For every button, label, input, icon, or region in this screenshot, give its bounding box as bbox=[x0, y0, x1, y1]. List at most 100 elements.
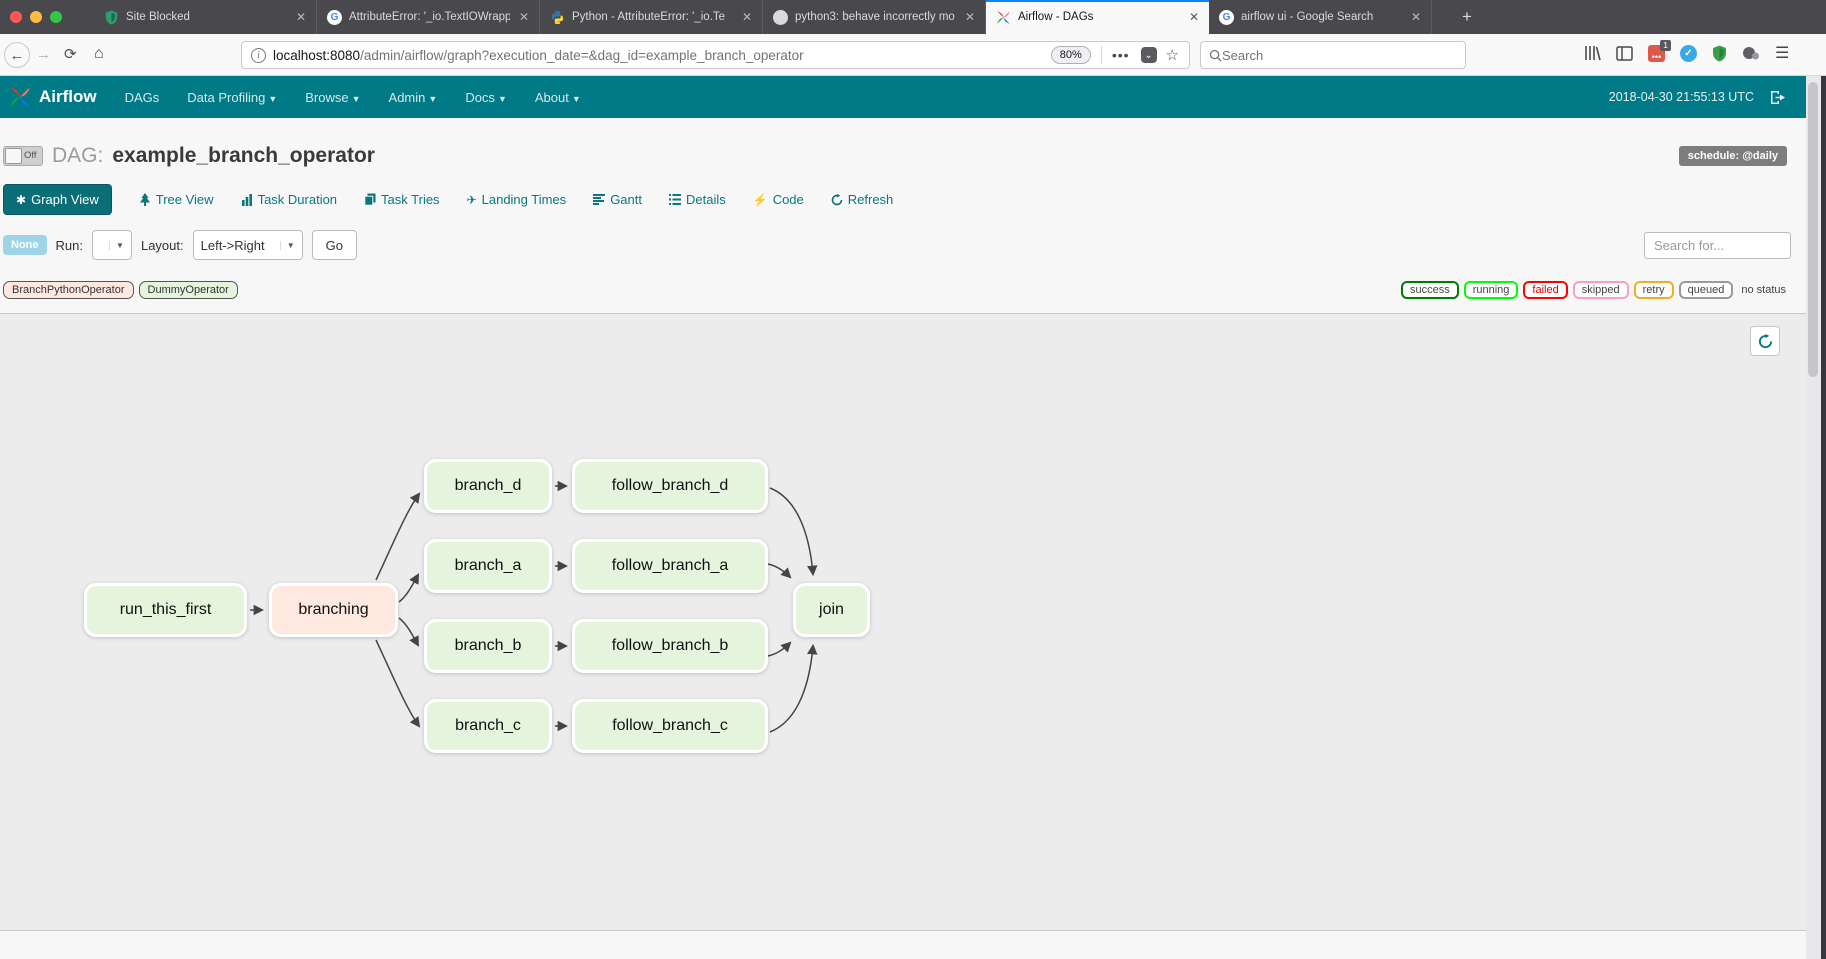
toggle-label: Off bbox=[24, 150, 37, 161]
macos-window-controls bbox=[10, 11, 62, 23]
dag-node-join[interactable]: join bbox=[793, 583, 870, 637]
view-tab-gantt[interactable]: Gantt bbox=[593, 192, 642, 207]
chevron-down-icon: ▼ bbox=[280, 241, 295, 250]
url-text[interactable]: localhost:8080/admin/airflow/graph?execu… bbox=[273, 48, 1045, 63]
run-select[interactable]: ▼ bbox=[92, 230, 132, 260]
navbar-item-data-profiling[interactable]: Data Profiling▼ bbox=[187, 90, 277, 105]
browser-tab-3[interactable]: python3: behave incorrectly mo ✕ bbox=[763, 0, 986, 34]
close-window-icon[interactable] bbox=[10, 11, 22, 23]
graph-refresh-button[interactable] bbox=[1750, 326, 1780, 356]
tab-close-icon[interactable]: ✕ bbox=[963, 10, 977, 24]
back-button[interactable]: ← bbox=[4, 42, 30, 68]
airflow-brand[interactable]: Airflow bbox=[8, 85, 97, 109]
dag-edge-branching-to-branch_a bbox=[399, 575, 418, 602]
chevron-down-icon: ▼ bbox=[109, 241, 124, 250]
browser-tab-2[interactable]: Python - AttributeError: '_io.Te✕ bbox=[540, 0, 763, 34]
navbar-item-dags[interactable]: DAGs bbox=[125, 90, 160, 105]
dag-node-branching[interactable]: branching bbox=[269, 583, 398, 637]
dag-pause-toggle[interactable]: Off bbox=[3, 146, 43, 166]
view-tab-details[interactable]: Details bbox=[669, 192, 726, 207]
view-tab-code[interactable]: ⚡Code bbox=[753, 192, 804, 207]
zoom-window-icon[interactable] bbox=[50, 11, 62, 23]
dag-edge-follow_branch_d-to-join bbox=[770, 488, 813, 574]
view-tab-label: Tree View bbox=[156, 192, 214, 207]
view-tab-task-duration[interactable]: Task Duration bbox=[241, 192, 337, 207]
logout-icon[interactable] bbox=[1770, 90, 1786, 105]
navbar-item-docs[interactable]: Docs▼ bbox=[465, 90, 507, 105]
bookmark-star-icon[interactable]: ☆ bbox=[1166, 46, 1179, 64]
tab-close-icon[interactable]: ✕ bbox=[1409, 10, 1423, 24]
dag-edge-branching-to-branch_d bbox=[376, 494, 419, 580]
dag-node-follow_branch_c[interactable]: follow_branch_c bbox=[572, 699, 768, 753]
plane-icon: ✈ bbox=[467, 194, 477, 206]
shield-extension-icon[interactable] bbox=[1712, 45, 1727, 62]
tab-title: Airflow - DAGs bbox=[1018, 11, 1180, 23]
tab-close-icon[interactable]: ✕ bbox=[517, 10, 531, 24]
page-info-icon[interactable]: i bbox=[251, 48, 266, 63]
tab-close-icon[interactable]: ✕ bbox=[1187, 10, 1201, 24]
caret-down-icon: ▼ bbox=[268, 94, 277, 104]
browser-tab-5[interactable]: Gairflow ui - Google Search✕ bbox=[1209, 0, 1432, 34]
navbar-item-about[interactable]: About▼ bbox=[535, 90, 581, 105]
browser-search-bar[interactable] bbox=[1200, 41, 1466, 69]
scrollbar-thumb[interactable] bbox=[1808, 82, 1818, 377]
forward-button[interactable]: → bbox=[36, 46, 51, 63]
tab-title: airflow ui - Google Search bbox=[1241, 11, 1402, 23]
airflow-page: Off DAG: example_branch_operator schedul… bbox=[0, 118, 1806, 959]
view-tab-landing-times[interactable]: ✈ Landing Times bbox=[467, 192, 567, 207]
dag-node-branch_d[interactable]: branch_d bbox=[424, 459, 552, 513]
dag-edge-follow_branch_c-to-join bbox=[770, 646, 813, 732]
minimize-window-icon[interactable] bbox=[30, 11, 42, 23]
view-tab-graph-view[interactable]: ✱Graph View bbox=[3, 184, 112, 215]
layout-label: Layout: bbox=[141, 238, 184, 253]
base-date-badge: None bbox=[3, 235, 47, 255]
operator-legend-pill: DummyOperator bbox=[139, 281, 238, 299]
layout-select[interactable]: Left->Right ▼ bbox=[193, 230, 303, 260]
red-extension-icon[interactable]: •••1 bbox=[1648, 45, 1665, 62]
new-tab-button[interactable]: + bbox=[1452, 0, 1482, 34]
browser-tab-4[interactable]: Airflow - DAGs ✕ bbox=[986, 0, 1209, 34]
url-bar[interactable]: i localhost:8080/admin/airflow/graph?exe… bbox=[241, 41, 1190, 69]
dag-node-follow_branch_a[interactable]: follow_branch_a bbox=[572, 539, 768, 593]
reload-button[interactable]: ⟳ bbox=[64, 45, 77, 63]
library-icon[interactable] bbox=[1584, 45, 1601, 61]
dag-node-run_this_first[interactable]: run_this_first bbox=[84, 583, 247, 637]
sidebar-icon[interactable] bbox=[1616, 46, 1633, 61]
spheres-extension-icon[interactable] bbox=[1742, 45, 1760, 61]
blue-extension-icon[interactable]: ✓ bbox=[1680, 45, 1697, 62]
navbar-item-admin[interactable]: Admin▼ bbox=[389, 90, 438, 105]
browser-tab-0[interactable]: Site Blocked✕ bbox=[94, 0, 317, 34]
browser-tab-1[interactable]: GAttributeError: '_io.TextIOWrapp✕ bbox=[317, 0, 540, 34]
browser-search-input[interactable] bbox=[1222, 48, 1457, 63]
align-left-icon bbox=[593, 194, 605, 205]
dag-node-follow_branch_d[interactable]: follow_branch_d bbox=[572, 459, 768, 513]
go-button[interactable]: Go bbox=[312, 230, 357, 260]
view-tab-label: Details bbox=[686, 192, 726, 207]
view-tab-label: Landing Times bbox=[482, 192, 567, 207]
tab-close-icon[interactable]: ✕ bbox=[294, 10, 308, 24]
view-tab-task-tries[interactable]: Task Tries bbox=[364, 192, 440, 207]
view-tab-tree-view[interactable]: Tree View bbox=[139, 192, 214, 207]
dag-node-branch_c[interactable]: branch_c bbox=[424, 699, 552, 753]
search-icon bbox=[1209, 49, 1222, 62]
tab-title: python3: behave incorrectly mo bbox=[795, 11, 956, 23]
pocket-icon[interactable]: ⌄ bbox=[1141, 47, 1157, 63]
view-tab-refresh[interactable]: Refresh bbox=[831, 192, 894, 207]
page-scrollbar[interactable] bbox=[1806, 76, 1821, 959]
dag-view-nav: ✱Graph View Tree View Task Duration Task Tr… bbox=[3, 184, 893, 215]
home-button[interactable]: ⌂ bbox=[94, 45, 104, 63]
dag-node-follow_branch_b[interactable]: follow_branch_b bbox=[572, 619, 768, 673]
zoom-level-badge[interactable]: 80% bbox=[1051, 46, 1091, 64]
dag-node-branch_b[interactable]: branch_b bbox=[424, 619, 552, 673]
tab-strip: Site Blocked✕GAttributeError: '_io.TextI… bbox=[94, 0, 1432, 34]
dag-node-branch_a[interactable]: branch_a bbox=[424, 539, 552, 593]
page-actions-icon[interactable]: ••• bbox=[1106, 47, 1136, 63]
navbar-item-browse[interactable]: Browse▼ bbox=[305, 90, 360, 105]
dag-edge-branching-to-branch_c bbox=[376, 640, 419, 726]
menu-icon[interactable]: ☰ bbox=[1775, 43, 1789, 63]
tab-close-icon[interactable]: ✕ bbox=[740, 10, 754, 24]
task-search-input[interactable] bbox=[1644, 232, 1791, 259]
tree-icon bbox=[139, 193, 151, 206]
status-legend-retry: retry bbox=[1634, 281, 1674, 299]
caret-down-icon: ▼ bbox=[428, 94, 437, 104]
